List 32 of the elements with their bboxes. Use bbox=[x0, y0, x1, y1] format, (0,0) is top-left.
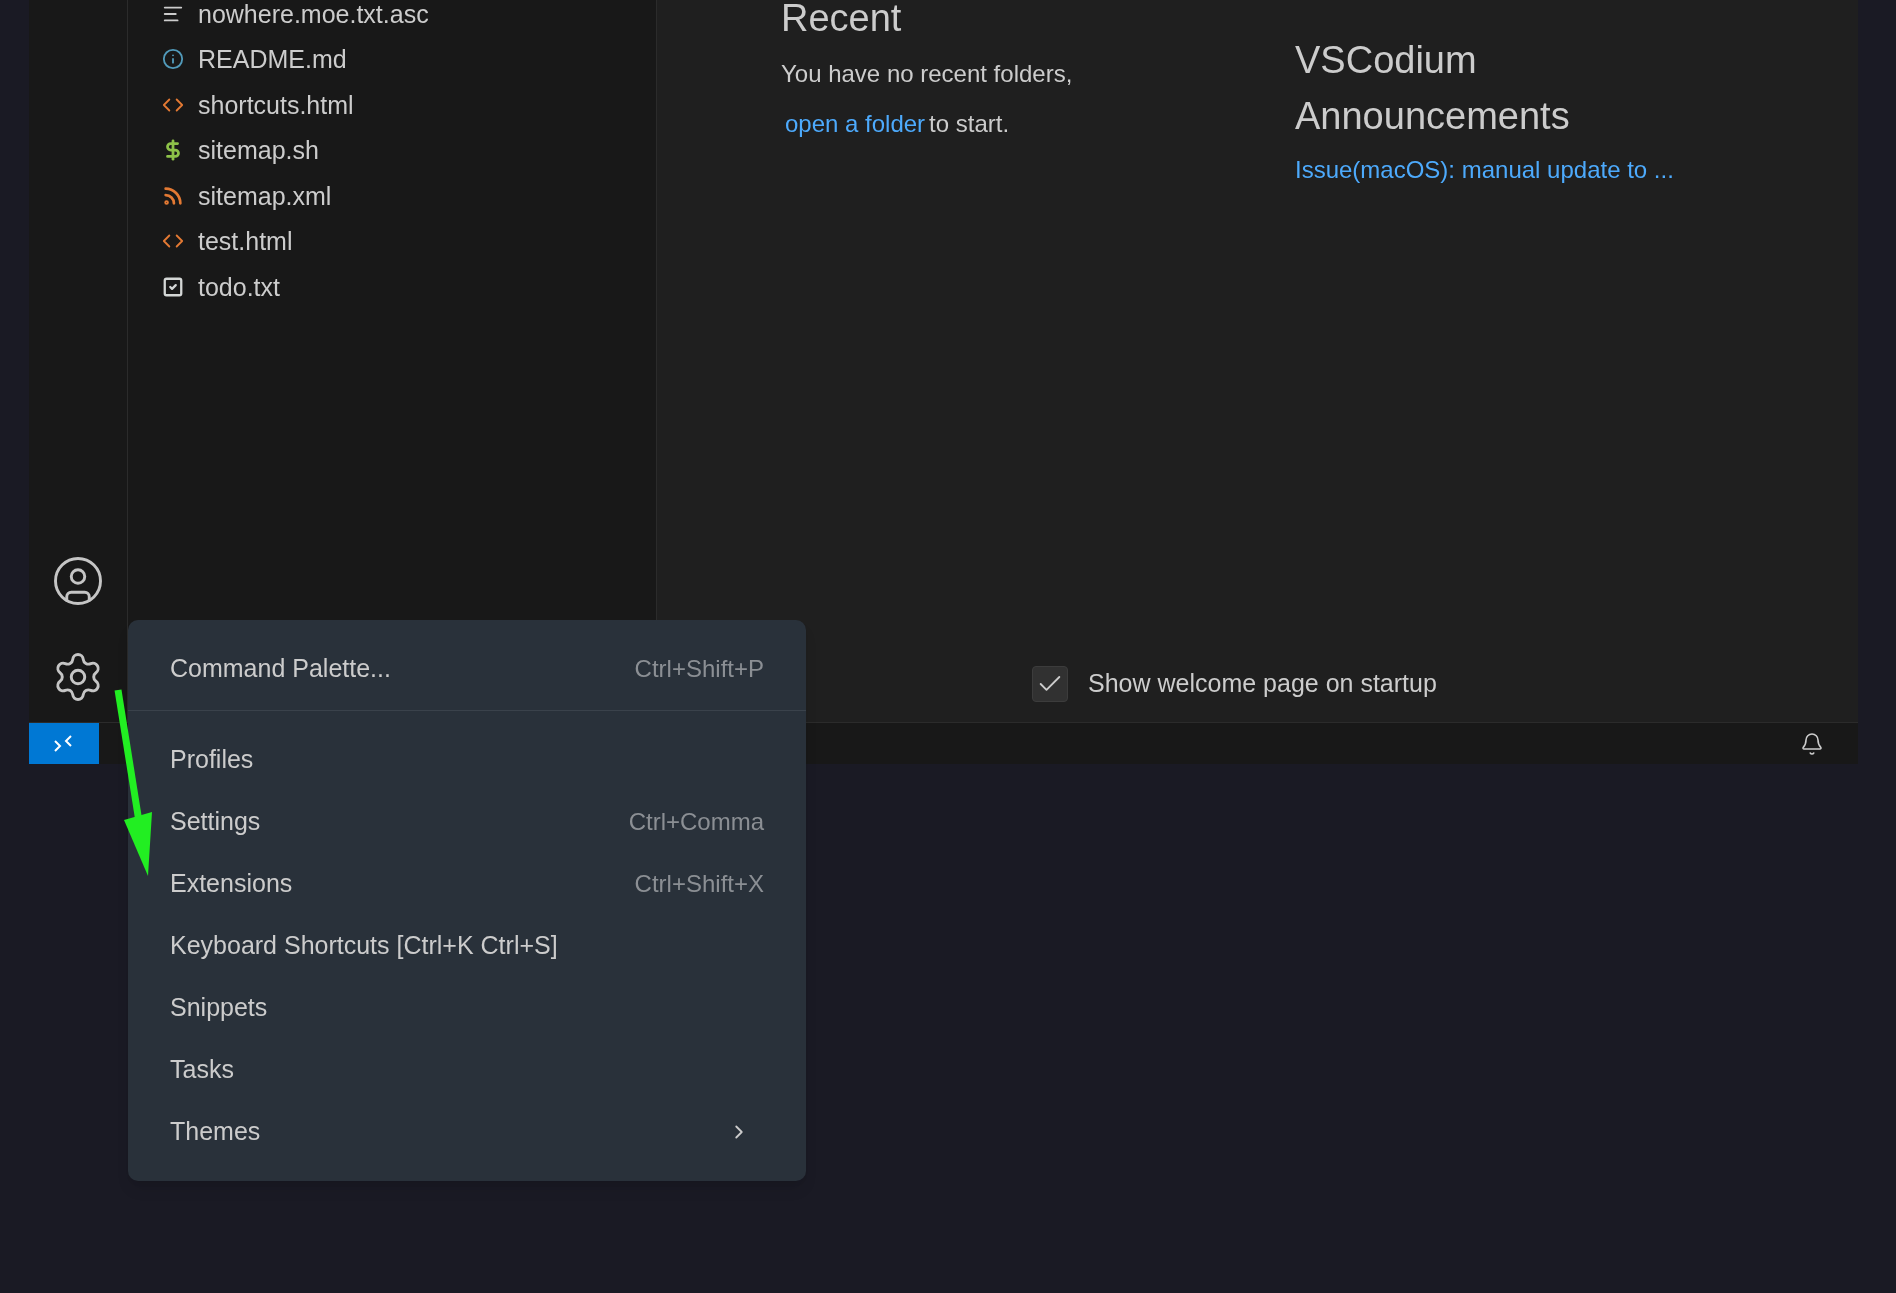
shortcut-text: Ctrl+Comma bbox=[628, 807, 764, 837]
checkbox-file-icon bbox=[162, 275, 184, 298]
file-item[interactable]: README.md bbox=[128, 36, 656, 82]
rss-icon bbox=[162, 184, 184, 207]
checkbox-label: Show welcome page on startup bbox=[1088, 668, 1437, 700]
menu-item[interactable]: Tasks bbox=[128, 1039, 806, 1101]
file-item[interactable]: todo.txt bbox=[128, 264, 656, 310]
shortcut-text: Ctrl+Shift+X bbox=[634, 869, 764, 899]
announcements-heading: VSCodium bbox=[1295, 38, 1478, 83]
file-item[interactable]: nowhere.moe.txt.asc bbox=[128, 0, 656, 37]
recent-heading: Recent bbox=[781, 0, 903, 41]
startup-checkbox[interactable] bbox=[1032, 666, 1068, 702]
info-icon bbox=[162, 48, 184, 71]
announcement-link[interactable]: Issue(macOS): manual update to ... bbox=[1295, 154, 1674, 186]
file-item[interactable]: shortcuts.html bbox=[128, 82, 656, 128]
to-start-text: to start. bbox=[929, 109, 1010, 139]
file-item[interactable]: test.html bbox=[128, 218, 656, 264]
menu-item[interactable]: Settings Ctrl+Comma bbox=[128, 791, 806, 853]
menu-item[interactable]: Extensions Ctrl+Shift+X bbox=[128, 853, 806, 915]
account-icon[interactable] bbox=[51, 554, 105, 608]
recent-message: You have no recent folders, bbox=[781, 59, 1074, 89]
bell-icon[interactable] bbox=[1800, 731, 1824, 756]
file-item[interactable]: sitemap.xml bbox=[128, 173, 656, 219]
announcements-heading: Announcements bbox=[1295, 94, 1571, 139]
menu-item[interactable]: Command Palette... Ctrl+Shift+P bbox=[128, 638, 806, 700]
menu-item[interactable]: Themes bbox=[128, 1101, 806, 1163]
open-folder-link[interactable]: open a folder bbox=[785, 108, 926, 140]
file-item[interactable]: sitemap.sh bbox=[128, 127, 656, 173]
menu-item[interactable]: Keyboard Shortcuts [Ctrl+K Ctrl+S] bbox=[128, 915, 806, 977]
menu-item[interactable]: Profiles bbox=[128, 729, 806, 791]
shortcut-text: Ctrl+Shift+P bbox=[634, 654, 764, 684]
menu-item[interactable]: Snippets bbox=[128, 977, 806, 1039]
